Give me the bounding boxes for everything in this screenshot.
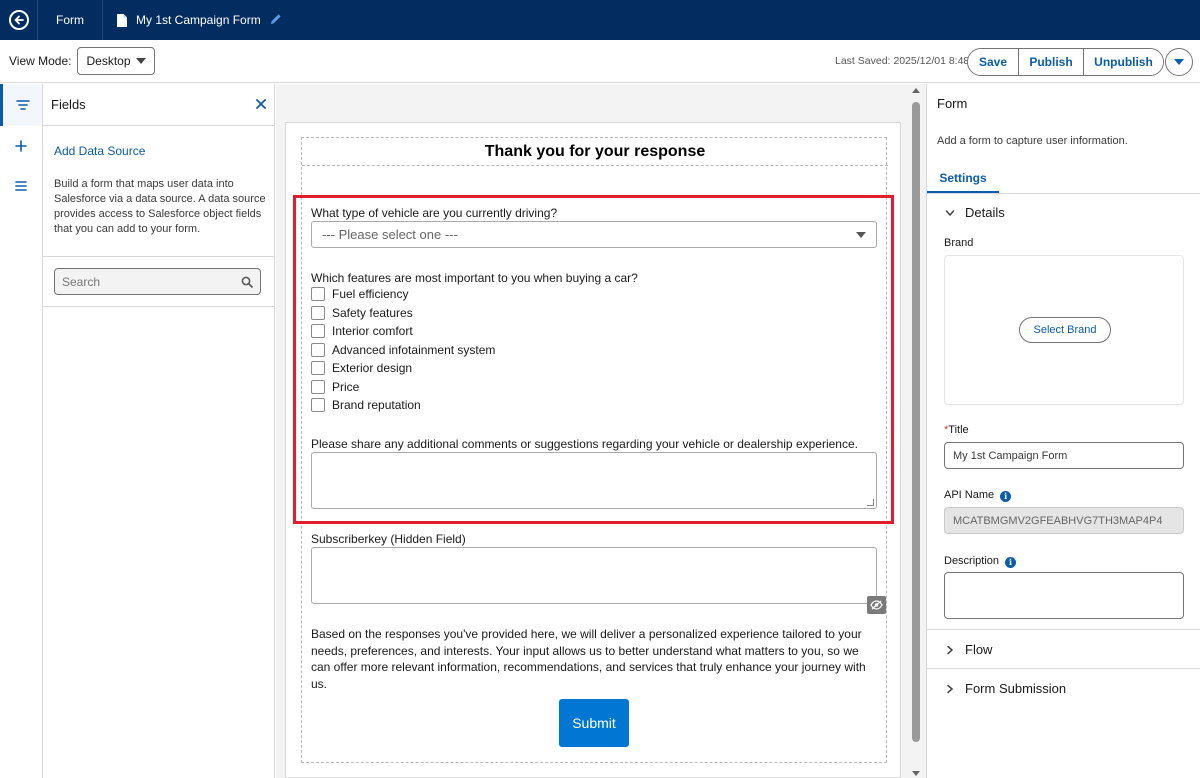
selection-highlight-box [293,195,894,524]
view-mode-label: View Mode: [9,54,72,68]
scroll-up-icon[interactable] [912,88,920,93]
divider [43,256,274,257]
title-field-label: *Title [944,424,969,436]
document-tab[interactable]: My 1st Campaign Form [103,13,282,28]
api-name-label-text: API Name [944,489,995,501]
tab-settings[interactable]: Settings [927,164,999,194]
plus-icon [15,140,27,152]
last-saved-text: Last Saved: 2025/12/01 8:48 [835,55,970,67]
brand-label: Brand [944,237,974,249]
description-label: Description i [944,555,1017,568]
flow-label: Flow [965,642,993,657]
subscriberkey-hidden-input[interactable] [311,547,877,604]
divider [43,306,274,307]
canvas-scrollbar[interactable] [911,88,921,778]
flow-section-toggle[interactable]: Flow [945,642,992,657]
close-icon[interactable] [256,96,266,114]
submit-button[interactable]: Submit [559,699,629,747]
back-button[interactable] [0,0,38,40]
view-mode-value: Desktop [86,54,131,68]
form-submission-label: Form Submission [965,681,1067,696]
select-brand-button[interactable]: Select Brand [1019,317,1111,343]
title-label-text: Title [948,424,969,436]
document-title: My 1st Campaign Form [136,13,261,27]
hidden-eye-icon [867,596,886,614]
info-icon[interactable]: i [1005,556,1017,568]
tab-divider [927,193,1200,194]
form-heading[interactable]: Thank you for your response [302,138,888,166]
action-button-group: Save Publish Unpublish [967,48,1164,76]
chevron-right-icon [947,684,954,693]
add-data-source-link[interactable]: Add Data Source [54,144,145,158]
description-label-text: Description [944,555,1000,567]
properties-description: Add a form to capture user information. [937,135,1128,147]
api-name-input: MCATBMGMV2GFEABHVG7TH3MAP4P4 [944,507,1184,534]
document-icon [117,13,127,27]
closing-paragraph: Based on the responses you've provided h… [311,627,866,691]
description-textarea[interactable] [944,572,1184,619]
chevron-down-icon [136,58,147,64]
save-button[interactable]: Save [968,49,1019,75]
details-section-toggle[interactable]: Details [945,205,1005,220]
view-mode-select[interactable]: Desktop [77,47,156,75]
divider [927,668,1200,669]
chevron-down-icon [1174,59,1184,65]
api-name-label: API Name i [944,489,1012,502]
info-icon[interactable]: i [1000,490,1012,502]
add-rail-button[interactable] [0,126,42,166]
back-arrow-icon [8,10,29,30]
toolbar: View Mode: Desktop Last Saved: 2025/12/0… [0,40,1200,83]
publish-button[interactable]: Publish [1019,49,1084,75]
scroll-down-icon[interactable] [912,771,920,776]
search-placeholder: Search [62,274,101,289]
more-actions-button[interactable] [1165,48,1193,76]
search-icon [241,276,253,288]
fields-search-input[interactable]: Search [54,268,261,295]
form-canvas: Thank you for your response What type of… [276,84,926,778]
fields-panel-description: Build a form that maps user data into Sa… [54,178,266,235]
form-submission-section-toggle[interactable]: Form Submission [945,681,1066,696]
chevron-right-icon [947,645,954,654]
left-icon-rail [0,84,43,778]
scrollbar-thumb[interactable] [912,102,920,742]
list-rail-button[interactable] [0,166,42,206]
app-label: Form [38,0,103,40]
divider [927,629,1200,630]
edit-pencil-icon[interactable] [270,13,282,28]
fields-panel-title: Fields [51,97,86,112]
list-icon [15,181,27,191]
hidden-field-label: Subscriberkey (Hidden Field) [311,532,466,546]
title-input[interactable]: My 1st Campaign Form [944,442,1184,469]
properties-panel: Form Add a form to capture user informat… [926,84,1200,778]
top-nav-bar: Form My 1st Campaign Form [0,0,1200,40]
fields-panel: Fields Add Data Source Build a form that… [43,84,275,778]
filter-lines-icon [15,100,30,110]
fields-panel-header: Fields [43,84,274,126]
form-card: Thank you for your response What type of… [285,122,901,778]
details-label: Details [965,205,1005,220]
chevron-down-icon [945,209,955,216]
brand-preview-box: Select Brand [944,255,1184,405]
fields-rail-button[interactable] [0,84,42,126]
properties-title: Form [937,96,968,111]
unpublish-button[interactable]: Unpublish [1084,49,1163,75]
